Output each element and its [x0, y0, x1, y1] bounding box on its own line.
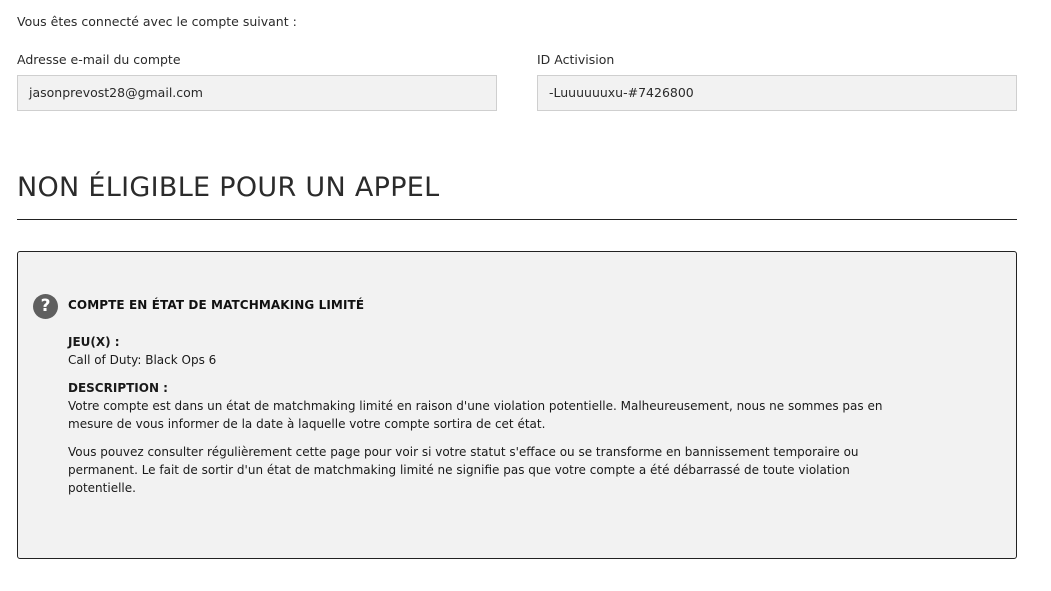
account-status-panel: ? COMPTE EN ÉTAT DE MATCHMAKING LIMITÉ J…: [17, 251, 1017, 559]
status-title: COMPTE EN ÉTAT DE MATCHMAKING LIMITÉ: [68, 298, 365, 312]
heading-divider: [17, 219, 1017, 220]
email-field-group: Adresse e-mail du compte jasonprevost28@…: [17, 52, 497, 111]
email-field: jasonprevost28@gmail.com: [17, 75, 497, 111]
status-details: JEU(X) : Call of Duty: Black Ops 6 DESCR…: [68, 333, 898, 497]
description-label: DESCRIPTION :: [68, 381, 168, 395]
email-field-label: Adresse e-mail du compte: [17, 52, 181, 67]
activision-id-field-group: ID Activision -Luuuuuuxu-#7426800: [537, 52, 1017, 111]
question-icon: ?: [33, 294, 58, 319]
games-value: Call of Duty: Black Ops 6: [68, 353, 217, 367]
account-intro-text: Vous êtes connecté avec le compte suivan…: [17, 14, 297, 29]
activision-id-field-label: ID Activision: [537, 52, 615, 67]
activision-id-field: -Luuuuuuxu-#7426800: [537, 75, 1017, 111]
description-paragraph: Vous pouvez consulter régulièrement cett…: [68, 445, 859, 495]
games-label: JEU(X) :: [68, 335, 120, 349]
description-paragraph: Votre compte est dans un état de matchma…: [68, 399, 883, 431]
appeal-status-heading: NON ÉLIGIBLE POUR UN APPEL: [17, 172, 440, 203]
